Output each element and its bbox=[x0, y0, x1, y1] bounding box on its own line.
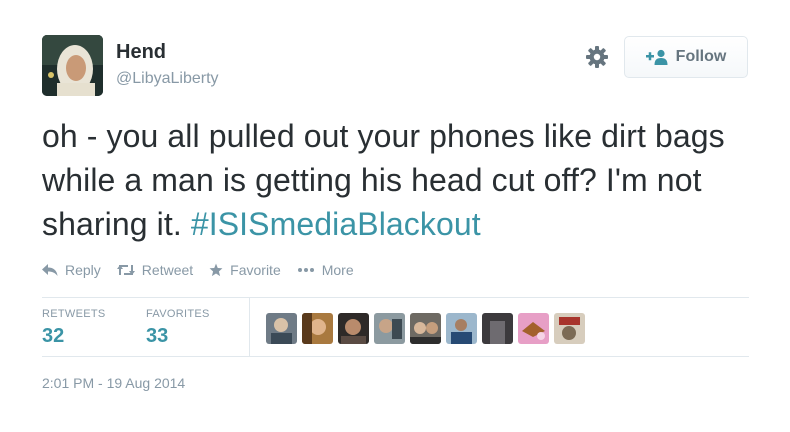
favorite-button[interactable]: Favorite bbox=[209, 262, 281, 278]
tweet-actions: Reply Retweet Favorite More bbox=[42, 262, 354, 278]
user-handle[interactable]: @LibyaLiberty bbox=[116, 70, 219, 88]
retweeter-avatar[interactable] bbox=[518, 313, 549, 344]
more-label: More bbox=[321, 262, 354, 278]
stats-divider-top bbox=[42, 297, 749, 298]
gear-icon[interactable] bbox=[585, 45, 609, 69]
favorites-stat[interactable]: FAVORITES 33 bbox=[146, 308, 210, 348]
retweeter-avatar[interactable] bbox=[482, 313, 513, 344]
add-user-icon bbox=[645, 49, 668, 65]
retweet-icon bbox=[116, 265, 135, 275]
more-button[interactable]: More bbox=[297, 262, 354, 278]
retweeter-avatar[interactable] bbox=[410, 313, 441, 344]
favorites-label: FAVORITES bbox=[146, 308, 210, 320]
star-icon bbox=[209, 263, 223, 277]
retweets-label: RETWEETS bbox=[42, 308, 106, 320]
retweeter-avatar[interactable] bbox=[374, 313, 405, 344]
reply-label: Reply bbox=[65, 262, 101, 278]
stats-separator bbox=[249, 298, 250, 356]
favorite-label: Favorite bbox=[230, 262, 281, 278]
reply-icon bbox=[42, 264, 58, 276]
stats-divider-bottom bbox=[42, 356, 749, 357]
retweets-count: 32 bbox=[42, 325, 65, 347]
avatar[interactable] bbox=[42, 35, 103, 96]
retweet-button[interactable]: Retweet bbox=[116, 262, 194, 278]
retweeter-avatar[interactable] bbox=[446, 313, 477, 344]
tweet-timestamp[interactable]: 2:01 PM - 19 Aug 2014 bbox=[42, 375, 185, 391]
retweeter-avatar[interactable] bbox=[266, 313, 297, 344]
retweeter-avatar[interactable] bbox=[554, 313, 585, 344]
hashtag-link[interactable]: #ISISmediaBlackout bbox=[191, 206, 481, 242]
follow-label: Follow bbox=[675, 48, 727, 65]
retweeter-avatar[interactable] bbox=[338, 313, 369, 344]
retweeter-avatar[interactable] bbox=[302, 313, 333, 344]
tweet-text: oh - you all pulled out your phones like… bbox=[42, 114, 752, 246]
retweeter-avatars bbox=[266, 313, 585, 344]
retweets-stat[interactable]: RETWEETS 32 bbox=[42, 308, 106, 348]
favorites-count: 33 bbox=[146, 325, 169, 347]
more-icon bbox=[297, 268, 314, 272]
follow-button[interactable]: Follow bbox=[624, 36, 748, 78]
retweet-label: Retweet bbox=[141, 262, 194, 278]
display-name[interactable]: Hend bbox=[116, 41, 166, 64]
profile-photo-icon bbox=[42, 35, 103, 96]
reply-button[interactable]: Reply bbox=[42, 262, 101, 278]
